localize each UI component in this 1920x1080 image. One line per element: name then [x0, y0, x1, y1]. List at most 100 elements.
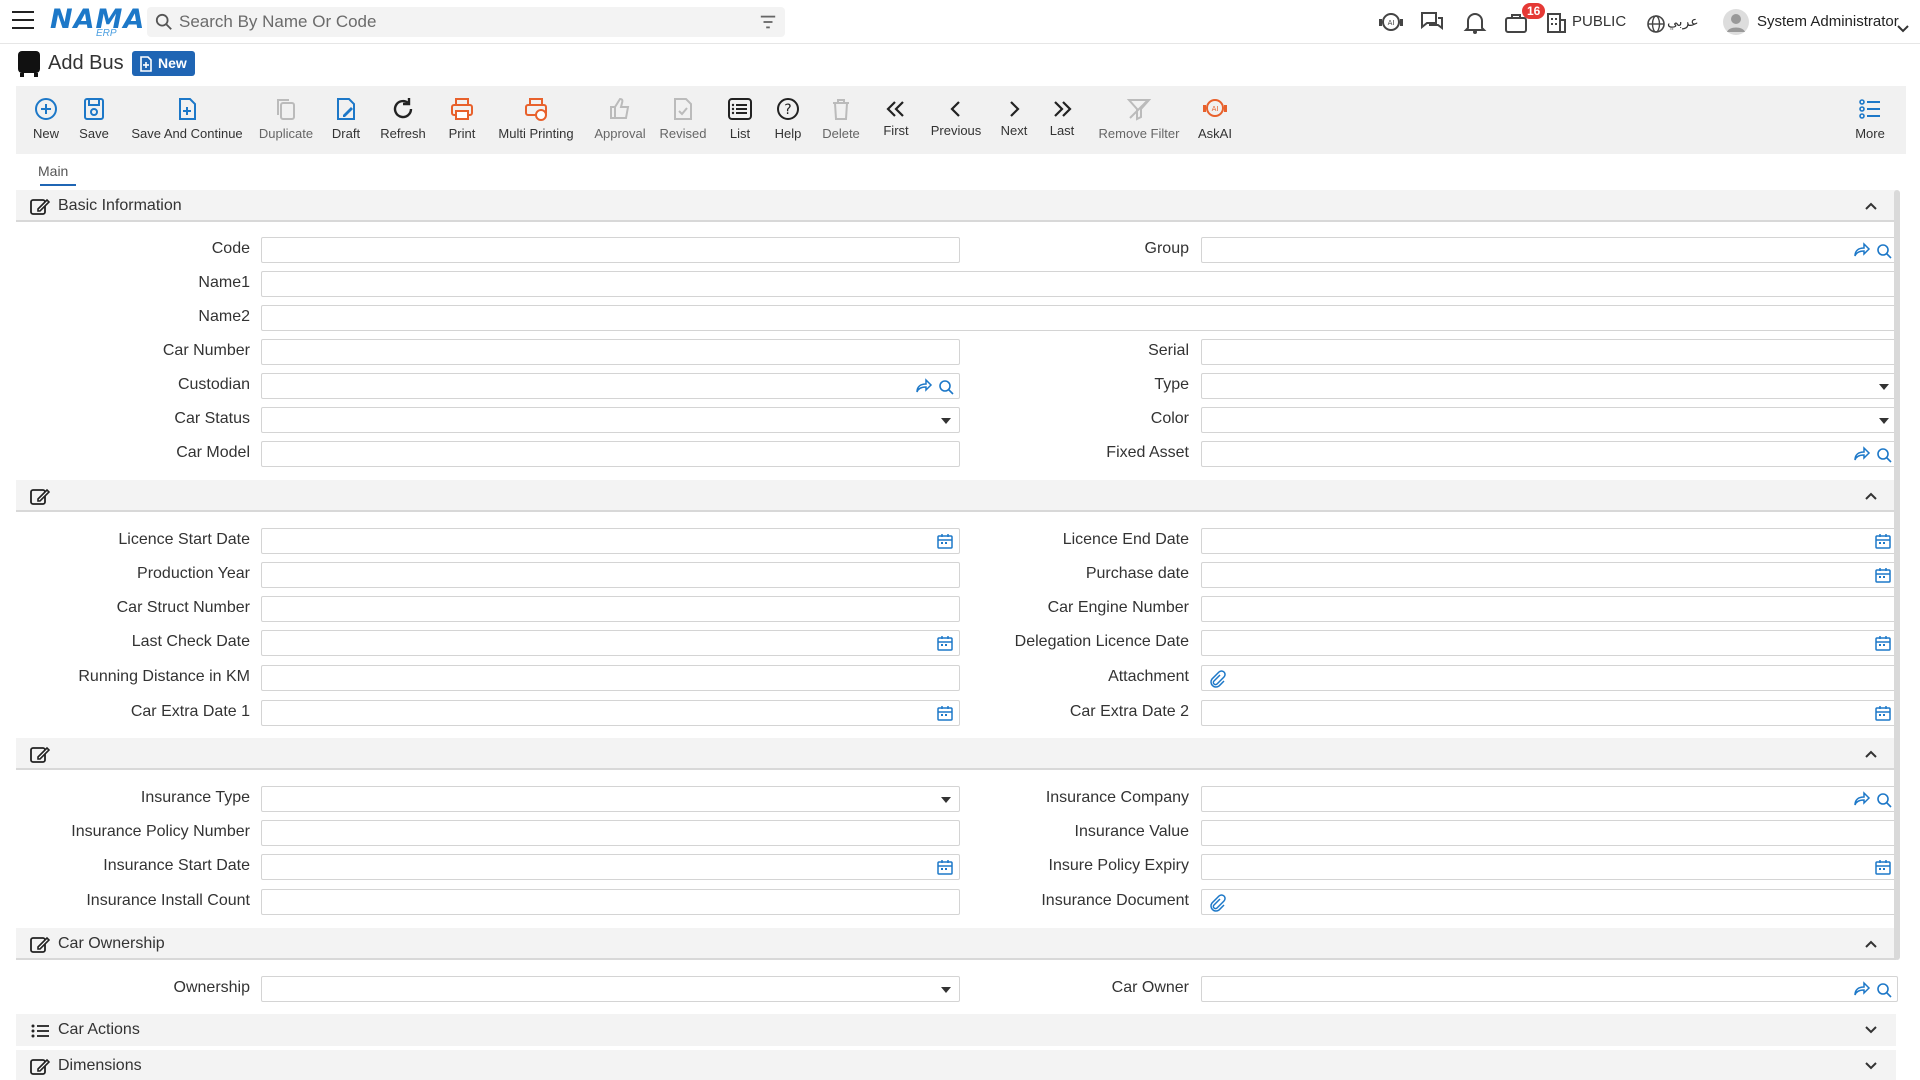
chevron-up-icon[interactable]: [1864, 939, 1878, 949]
save-button[interactable]: Save: [74, 86, 114, 154]
car-engine-input[interactable]: [1201, 596, 1898, 622]
chevron-down-icon[interactable]: [1896, 17, 1910, 41]
search-icon[interactable]: [937, 378, 955, 396]
car-model-input[interactable]: [261, 441, 960, 467]
licence-end-date[interactable]: [1201, 528, 1898, 554]
group-input[interactable]: [1201, 237, 1898, 263]
search-icon[interactable]: [1875, 791, 1893, 809]
calendar-icon[interactable]: [1875, 705, 1891, 721]
calendar-icon[interactable]: [1875, 533, 1891, 549]
section-insurance[interactable]: [16, 738, 1896, 770]
attachment-field[interactable]: [1201, 665, 1898, 691]
menu-icon[interactable]: [12, 11, 34, 31]
insurance-start-date[interactable]: [261, 854, 960, 880]
user-name[interactable]: System Administrator: [1757, 13, 1899, 30]
custodian-input[interactable]: [261, 373, 960, 399]
production-year-input[interactable]: [261, 562, 960, 588]
calendar-icon[interactable]: [937, 635, 953, 651]
first-button[interactable]: First: [878, 86, 914, 154]
askai-button[interactable]: AI AskAI: [1190, 86, 1240, 154]
section-dimensions[interactable]: Dimensions: [16, 1050, 1896, 1080]
insurance-type-select[interactable]: [261, 786, 960, 812]
fixed-asset-input[interactable]: [1201, 441, 1898, 467]
share-icon[interactable]: [1853, 791, 1871, 807]
share-icon[interactable]: [915, 378, 933, 394]
extra-date1[interactable]: [261, 700, 960, 726]
code-input[interactable]: [261, 237, 960, 263]
chevron-up-icon[interactable]: [1864, 749, 1878, 759]
chevron-up-icon[interactable]: [1864, 201, 1878, 211]
insurance-value-input[interactable]: [1201, 820, 1898, 846]
car-struct-input[interactable]: [261, 596, 960, 622]
share-icon[interactable]: [1853, 242, 1871, 258]
name2-input[interactable]: [261, 305, 1898, 331]
insurance-install-count-input[interactable]: [261, 889, 960, 915]
revised-button[interactable]: Revised: [658, 86, 708, 154]
paperclip-icon[interactable]: [1208, 894, 1226, 912]
avatar[interactable]: [1722, 8, 1750, 36]
type-select[interactable]: [1201, 373, 1898, 399]
calendar-icon[interactable]: [1875, 567, 1891, 583]
help-button[interactable]: ? Help: [770, 86, 806, 154]
insurance-policy-number-input[interactable]: [261, 820, 960, 846]
paperclip-icon[interactable]: [1208, 670, 1226, 688]
running-distance-input[interactable]: [261, 665, 960, 691]
new-button[interactable]: New: [26, 86, 66, 154]
more-button[interactable]: More: [1850, 86, 1890, 154]
scrollbar[interactable]: [1894, 190, 1900, 960]
search-icon[interactable]: [1875, 242, 1893, 260]
share-icon[interactable]: [1853, 446, 1871, 462]
serial-input[interactable]: [1201, 339, 1898, 365]
licence-start-date[interactable]: [261, 528, 960, 554]
previous-button[interactable]: Previous: [928, 86, 984, 154]
bell-icon[interactable]: [1462, 10, 1488, 34]
insurance-document-field[interactable]: [1201, 889, 1898, 915]
tab-main[interactable]: Main: [38, 163, 68, 179]
chevron-up-icon[interactable]: [1864, 491, 1878, 501]
approval-button[interactable]: Approval: [590, 86, 650, 154]
save-and-continue-button[interactable]: Save And Continue: [131, 86, 243, 154]
chat-icon[interactable]: [1419, 10, 1445, 34]
section-licence[interactable]: [16, 480, 1896, 512]
car-status-select[interactable]: [261, 407, 960, 433]
share-icon[interactable]: [1853, 981, 1871, 997]
ai-assistant-icon[interactable]: AI: [1378, 10, 1404, 34]
insurance-company-input[interactable]: [1201, 786, 1898, 812]
remove-filter-button[interactable]: Remove Filter: [1094, 86, 1184, 154]
delete-button[interactable]: Delete: [818, 86, 864, 154]
draft-button[interactable]: Draft: [326, 86, 366, 154]
section-car-ownership[interactable]: Car Ownership: [16, 928, 1896, 960]
last-button[interactable]: Last: [1042, 86, 1082, 154]
calendar-icon[interactable]: [1875, 635, 1891, 651]
last-check-date[interactable]: [261, 630, 960, 656]
print-button[interactable]: Print: [442, 86, 482, 154]
globe-icon[interactable]: [1646, 12, 1666, 36]
name1-input[interactable]: [261, 271, 1898, 297]
ownership-select[interactable]: [261, 976, 960, 1002]
car-number-input[interactable]: [261, 339, 960, 365]
extra-date2[interactable]: [1201, 700, 1898, 726]
search-icon[interactable]: [1875, 446, 1893, 464]
refresh-button[interactable]: Refresh: [378, 86, 428, 154]
language-switch[interactable]: عربي: [1667, 13, 1699, 30]
filter-icon[interactable]: [759, 14, 777, 30]
car-owner-input[interactable]: [1201, 976, 1898, 1002]
chevron-down-icon[interactable]: [1864, 1061, 1878, 1071]
color-select[interactable]: [1201, 407, 1898, 433]
logo[interactable]: NAMA ERP: [50, 4, 145, 39]
insure-policy-expiry-date[interactable]: [1201, 854, 1898, 880]
multi-printing-button[interactable]: Multi Printing: [496, 86, 576, 154]
list-button[interactable]: List: [722, 86, 758, 154]
search-input[interactable]: [179, 7, 739, 37]
delegation-licence-date[interactable]: [1201, 630, 1898, 656]
calendar-icon[interactable]: [937, 705, 953, 721]
next-button[interactable]: Next: [994, 86, 1034, 154]
duplicate-button[interactable]: Duplicate: [256, 86, 316, 154]
chevron-down-icon[interactable]: [1864, 1025, 1878, 1035]
calendar-icon[interactable]: [937, 533, 953, 549]
section-car-actions[interactable]: Car Actions: [16, 1014, 1896, 1046]
purchase-date[interactable]: [1201, 562, 1898, 588]
calendar-icon[interactable]: [937, 859, 953, 875]
section-basic-information[interactable]: Basic Information: [16, 190, 1896, 222]
branch-label[interactable]: PUBLIC: [1572, 13, 1626, 30]
